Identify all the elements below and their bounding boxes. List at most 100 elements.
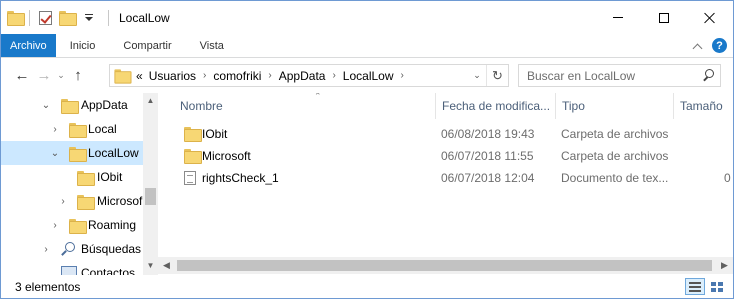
file-type: Carpeta de archivos bbox=[561, 149, 669, 163]
file-row[interactable]: Microsoft 06/07/2018 11:55 Carpeta de ar… bbox=[174, 145, 733, 167]
column-header-date[interactable]: Fecha de modifica... bbox=[436, 93, 556, 119]
file-date: 06/07/2018 11:55 bbox=[441, 149, 534, 163]
expand-ribbon-icon[interactable] bbox=[692, 41, 702, 51]
folder-icon bbox=[77, 171, 95, 186]
chevron-right-icon[interactable]: › bbox=[58, 196, 68, 207]
breadcrumb-separator[interactable]: › bbox=[401, 70, 404, 81]
ribbon-right-controls: ? bbox=[692, 38, 727, 53]
breadcrumb-overflow[interactable]: « bbox=[136, 69, 143, 83]
column-header-label: Fecha de modifica... bbox=[442, 99, 551, 113]
scroll-down-icon[interactable]: ▼ bbox=[143, 258, 158, 273]
file-row[interactable]: rightsCheck_1 06/07/2018 12:04 Documento… bbox=[174, 167, 733, 189]
chevron-right-icon[interactable]: › bbox=[50, 220, 60, 231]
help-icon[interactable]: ? bbox=[712, 38, 727, 53]
folder-icon bbox=[69, 123, 87, 138]
scrollbar-thumb[interactable] bbox=[145, 188, 156, 205]
scroll-right-icon[interactable]: ▶ bbox=[716, 257, 733, 274]
new-folder-button[interactable] bbox=[58, 9, 77, 27]
tree-item-contactos[interactable]: Contactos bbox=[1, 261, 143, 275]
ribbon-tabs: Archivo Inicio Compartir Vista ? bbox=[1, 34, 733, 58]
new-folder-icon bbox=[59, 11, 77, 26]
column-header-label: Nombre bbox=[180, 99, 223, 113]
customize-toolbar-button[interactable] bbox=[80, 9, 98, 27]
column-header-label: Tamaño bbox=[680, 99, 723, 113]
file-list-scrollbar[interactable]: ◀ ▶ bbox=[158, 257, 733, 274]
tree-item-iobit[interactable]: IObit bbox=[1, 165, 143, 189]
up-button[interactable]: ↑ bbox=[67, 65, 89, 87]
file-type: Documento de tex... bbox=[561, 171, 669, 185]
close-button[interactable] bbox=[687, 1, 733, 34]
tab-inicio[interactable]: Inicio bbox=[56, 34, 110, 57]
file-name: Microsoft bbox=[202, 149, 251, 163]
search-icon[interactable] bbox=[702, 69, 714, 81]
address-bar[interactable]: « Usuarios › comofriki › AppData › Local… bbox=[109, 64, 509, 87]
window-controls bbox=[595, 1, 733, 34]
maximize-button[interactable] bbox=[641, 1, 687, 34]
breadcrumb-separator[interactable]: › bbox=[332, 70, 335, 81]
file-name: rightsCheck_1 bbox=[202, 171, 279, 185]
search-icon bbox=[61, 242, 75, 256]
recent-locations-button[interactable]: ⌄ bbox=[55, 70, 67, 81]
column-header-name[interactable]: ⌃ Nombre bbox=[174, 93, 436, 119]
breadcrumb-separator[interactable]: › bbox=[203, 70, 206, 81]
address-history-button[interactable]: ⌄ bbox=[468, 65, 486, 86]
explorer-window: LocalLow Archivo Inicio Compartir Vista … bbox=[0, 0, 734, 299]
properties-button[interactable] bbox=[36, 9, 54, 27]
column-header-size[interactable]: Tamaño bbox=[674, 93, 733, 119]
tree-item-label: Roaming bbox=[88, 218, 137, 232]
folder-icon bbox=[184, 149, 202, 164]
maximize-icon bbox=[659, 12, 669, 23]
file-type: Carpeta de archivos bbox=[561, 127, 669, 141]
chevron-right-icon[interactable]: › bbox=[50, 124, 60, 135]
scroll-left-icon[interactable]: ◀ bbox=[158, 257, 175, 274]
breadcrumb-locallow[interactable]: LocalLow bbox=[343, 69, 394, 83]
tree-item-locallow[interactable]: ⌄ LocalLow bbox=[1, 141, 143, 165]
refresh-button[interactable]: ↻ bbox=[486, 65, 508, 86]
chevron-down-icon[interactable]: ⌄ bbox=[41, 100, 51, 111]
breadcrumb-separator[interactable]: › bbox=[268, 70, 271, 81]
column-header-type[interactable]: Tipo bbox=[556, 93, 674, 119]
folder-icon bbox=[69, 219, 87, 234]
back-button[interactable]: ← bbox=[11, 65, 33, 87]
large-icons-view-button[interactable] bbox=[707, 278, 727, 295]
search-box[interactable]: Buscar en LocalLow bbox=[518, 64, 721, 87]
details-view-icon bbox=[689, 281, 701, 292]
file-row[interactable]: IObit 06/08/2018 19:43 Carpeta de archiv… bbox=[174, 123, 733, 145]
scrollbar-thumb[interactable] bbox=[177, 260, 712, 271]
toolbar-divider bbox=[108, 9, 109, 26]
minimize-icon bbox=[613, 17, 623, 18]
file-name: IObit bbox=[202, 127, 228, 141]
tree-item-busquedas[interactable]: › Búsquedas bbox=[1, 237, 143, 261]
forward-button[interactable]: → bbox=[33, 65, 55, 87]
contacts-icon bbox=[61, 266, 77, 275]
tree-item-appdata[interactable]: ⌄ AppData bbox=[1, 93, 143, 117]
file-date: 06/08/2018 19:43 bbox=[441, 127, 535, 141]
tree-item-local[interactable]: › Local bbox=[1, 117, 143, 141]
details-view-button[interactable] bbox=[685, 278, 705, 295]
breadcrumb-appdata[interactable]: AppData bbox=[279, 69, 326, 83]
text-file-icon bbox=[184, 171, 196, 185]
breadcrumb-comofriki[interactable]: comofriki bbox=[213, 69, 261, 83]
tab-archivo[interactable]: Archivo bbox=[1, 34, 56, 57]
scroll-up-icon[interactable]: ▲ bbox=[143, 93, 158, 108]
window-title: LocalLow bbox=[119, 10, 170, 25]
close-icon bbox=[704, 12, 716, 24]
tree-item-label: Local bbox=[88, 122, 117, 136]
tab-vista[interactable]: Vista bbox=[186, 34, 238, 57]
folder-icon bbox=[184, 127, 202, 142]
chevron-down-icon[interactable]: ⌄ bbox=[50, 148, 60, 159]
properties-icon bbox=[38, 10, 52, 25]
tree-item-label: Contactos bbox=[81, 266, 136, 275]
breadcrumb-usuarios[interactable]: Usuarios bbox=[149, 69, 196, 83]
search-placeholder: Buscar en LocalLow bbox=[527, 68, 636, 83]
minimize-button[interactable] bbox=[595, 1, 641, 34]
view-switcher bbox=[683, 278, 727, 295]
chevron-right-icon[interactable]: › bbox=[41, 244, 51, 255]
tab-compartir[interactable]: Compartir bbox=[109, 34, 185, 57]
large-icons-view-icon bbox=[711, 281, 723, 292]
tree-item-microsoft[interactable]: › Microsof bbox=[1, 189, 143, 213]
navigation-pane-scrollbar[interactable]: ▲ ▼ bbox=[143, 93, 158, 275]
tree-item-roaming[interactable]: › Roaming bbox=[1, 213, 143, 237]
file-list: ⌃ Nombre Fecha de modifica... Tipo Tamañ… bbox=[158, 93, 733, 275]
file-date: 06/07/2018 12:04 bbox=[441, 171, 535, 185]
